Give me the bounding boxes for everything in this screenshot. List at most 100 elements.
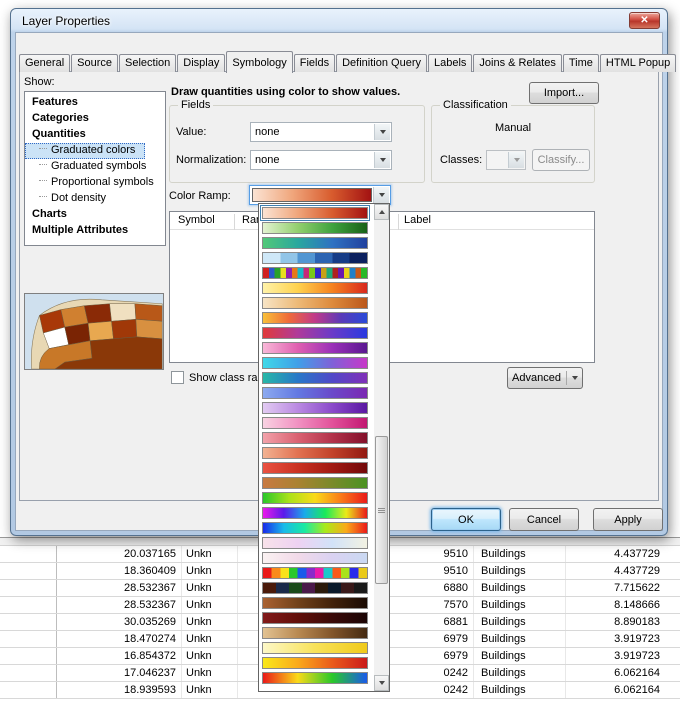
show-tree-item-proportional-symbols[interactable]: Proportional symbols (25, 175, 165, 191)
advanced-button[interactable]: Advanced (507, 367, 583, 389)
color-ramp-option-green-to-blue[interactable] (262, 237, 368, 249)
color-ramp-dropdown[interactable] (249, 185, 391, 205)
color-ramp-option-tan-to-dark-brown[interactable] (262, 627, 368, 639)
checkbox-box[interactable] (171, 371, 184, 384)
map-image (25, 294, 163, 369)
color-ramp-option-yellow-orange-red[interactable] (262, 657, 368, 669)
color-ramp-option-white-to-dark-red[interactable] (262, 207, 368, 219)
value-dropdown-value: none (255, 126, 279, 138)
color-ramp-option-teal-to-purple[interactable] (262, 372, 368, 384)
tab-time[interactable]: Time (563, 54, 599, 72)
color-ramp-option-blue-shades-bands[interactable] (262, 252, 368, 264)
table-cell: Unkn (182, 665, 238, 681)
color-ramp-option-light-to-dark-green[interactable] (262, 222, 368, 234)
table-cell: Unkn (182, 631, 238, 647)
color-ramp-option-bright-color-stripes[interactable] (262, 567, 368, 579)
color-ramp-option-full-rainbow[interactable] (262, 507, 368, 519)
ramp-gradient (262, 342, 368, 354)
fields-group: Fields Value: none Normalization: none (169, 105, 425, 183)
color-ramp-option-red-yellow-green-blue[interactable] (262, 672, 368, 684)
show-tree-item-quantities[interactable]: Quantities (25, 127, 165, 143)
tab-fields[interactable]: Fields (294, 54, 335, 72)
ramp-gradient (262, 447, 368, 459)
show-class-checkbox[interactable]: Show class ra (171, 371, 257, 384)
color-ramp-option-blue-to-violet[interactable] (262, 387, 368, 399)
table-cell: Unkn (182, 546, 238, 562)
show-tree-item-features[interactable]: Features (25, 95, 165, 111)
table-cell (0, 614, 57, 630)
ramp-gradient (262, 522, 368, 534)
fields-group-title: Fields (178, 99, 213, 111)
tab-labels[interactable]: Labels (428, 54, 472, 72)
tab-display[interactable]: Display (177, 54, 225, 72)
color-ramp-option-pastel-pink-lavender[interactable] (262, 537, 368, 549)
ramp-gradient (262, 222, 368, 234)
checkbox-label: Show class ra (189, 372, 257, 384)
show-label: Show: (24, 76, 55, 88)
tab-symbology[interactable]: Symbology (226, 51, 292, 73)
color-ramp-option-green-yellow-red[interactable] (262, 492, 368, 504)
color-ramp-option-rose-to-maroon[interactable] (262, 432, 368, 444)
table-cell: Buildings (474, 597, 566, 613)
classification-group: Classification Manual Classes: Classify.… (431, 105, 595, 183)
color-ramp-option-pink-to-dark-purple[interactable] (262, 342, 368, 354)
normalization-dropdown-button[interactable] (374, 152, 390, 168)
apply-button[interactable]: Apply (593, 508, 663, 531)
ok-button[interactable]: OK (431, 508, 501, 531)
show-tree-item-graduated-colors[interactable]: Graduated colors (25, 143, 145, 159)
color-ramp-option-brown-to-black[interactable] (262, 597, 368, 609)
color-ramp-label: Color Ramp: (169, 190, 231, 202)
label-column-header: Label (404, 214, 431, 226)
tab-joins-relates[interactable]: Joins & Relates (473, 54, 561, 72)
classes-dropdown[interactable] (486, 150, 526, 170)
color-ramp-dropdown-button[interactable] (373, 187, 389, 203)
show-tree-item-multiple-attributes[interactable]: Multiple Attributes (25, 223, 165, 239)
color-ramp-option-red-to-black-red[interactable] (262, 462, 368, 474)
color-ramp-option-orange-to-blue-sunset[interactable] (262, 312, 368, 324)
arrow-up-icon (379, 210, 385, 214)
table-cell: Buildings (474, 665, 566, 681)
popup-scrollbar[interactable] (374, 204, 389, 691)
close-icon: ✕ (640, 15, 648, 26)
classify-button[interactable]: Classify... (532, 149, 590, 171)
tab-general[interactable]: General (19, 54, 70, 72)
tab-selection[interactable]: Selection (119, 54, 176, 72)
ramp-gradient (262, 432, 368, 444)
grip-icon (378, 510, 385, 511)
ramp-gradient (262, 552, 368, 564)
color-ramp-option-pastel-mixed[interactable] (262, 552, 368, 564)
classes-dropdown-button[interactable] (508, 152, 524, 168)
scrollbar-thumb[interactable] (375, 436, 388, 584)
value-dropdown-button[interactable] (374, 124, 390, 140)
color-ramp-option-lavender-to-purple[interactable] (262, 402, 368, 414)
table-cell: Unkn (182, 563, 238, 579)
color-ramp-option-dark-color-stripes[interactable] (262, 582, 368, 594)
show-tree-item-charts[interactable]: Charts (25, 207, 165, 223)
color-ramp-option-brown-to-green[interactable] (262, 477, 368, 489)
color-ramp-option-salmon-to-dark-red[interactable] (262, 447, 368, 459)
value-label: Value: (176, 126, 206, 138)
normalization-dropdown[interactable]: none (250, 150, 392, 170)
table-cell (0, 580, 57, 596)
cancel-button[interactable]: Cancel (509, 508, 579, 531)
tab-source[interactable]: Source (71, 54, 118, 72)
color-ramp-option-tan-to-brown[interactable] (262, 297, 368, 309)
scroll-up-button[interactable] (374, 204, 389, 220)
show-tree-item-categories[interactable]: Categories (25, 111, 165, 127)
color-ramp-option-light-yellow[interactable] (262, 642, 368, 654)
tab-definition-query[interactable]: Definition Query (336, 54, 427, 72)
import-button[interactable]: Import... (529, 82, 599, 104)
color-ramp-option-blue-to-red-spectrum[interactable] (262, 522, 368, 534)
color-ramp-option-light-pink-to-magenta[interactable] (262, 417, 368, 429)
show-tree-item-graduated-symbols[interactable]: Graduated symbols (25, 159, 165, 175)
color-ramp-option-red-to-blue[interactable] (262, 327, 368, 339)
color-ramp-option-cyan-to-magenta[interactable] (262, 357, 368, 369)
value-dropdown[interactable]: none (250, 122, 392, 142)
close-button[interactable]: ✕ (629, 12, 660, 29)
tab-html-popup[interactable]: HTML Popup (600, 54, 676, 72)
color-ramp-option-yellow-to-red[interactable] (262, 282, 368, 294)
show-tree-item-dot-density[interactable]: Dot density (25, 191, 165, 207)
scroll-down-button[interactable] (374, 675, 389, 691)
color-ramp-option-dark-red-to-black[interactable] (262, 612, 368, 624)
color-ramp-option-random-color-stripes[interactable] (262, 267, 368, 279)
